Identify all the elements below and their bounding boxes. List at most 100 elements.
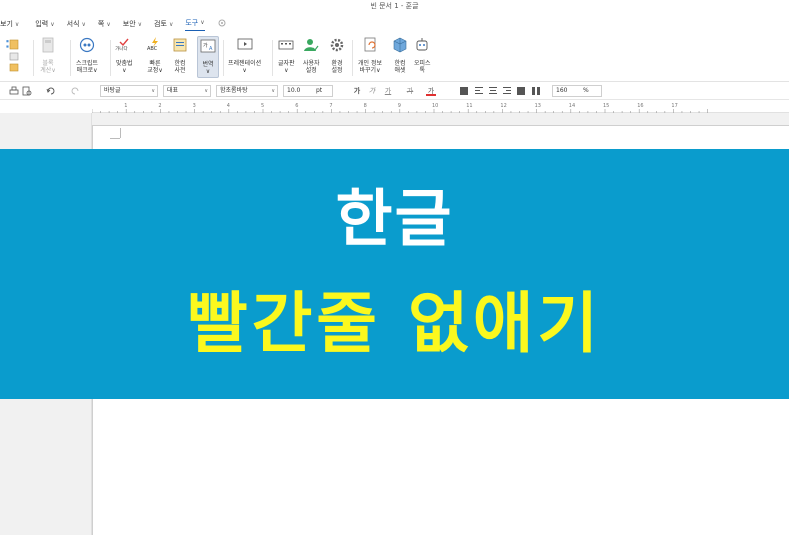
banner-subtitle: 빨간줄 없애기 [186,285,603,362]
banner-title: 한글 [335,182,454,255]
calculator-icon [42,37,54,53]
align-left-icon[interactable] [474,86,484,96]
menu-page[interactable]: 쪽 ∨ [98,19,111,29]
page-margin-marker [110,138,120,139]
strikethrough-button[interactable]: 가 [405,86,415,96]
ribbon: 블록 계산∨ 스크립트 매크로∨ 가나다 맞춤법 ∨ ABC 빠른 교정∨ 한컴… [0,34,789,82]
align-distribute-icon[interactable] [516,86,526,96]
ruler-number: 1 [124,103,127,109]
office-tok-label: 오피스 [414,60,431,67]
ruler-number: 2 [158,103,161,109]
script-macro-button[interactable]: 스크립트 매크로∨ [76,37,98,74]
personal-info-button[interactable]: 개인 정보 바꾸기∨ [358,37,382,74]
zoom-value: 160 [556,87,568,94]
bold-button[interactable]: 가 [352,86,362,96]
ruler-number: 13 [535,103,541,109]
translate-label-2: ∨ [205,68,211,75]
hancom-asset-button[interactable]: 한컴 애셋 [392,37,408,74]
ruler-number: 11 [466,103,472,109]
preview-icon[interactable] [22,86,32,96]
personal-info-label-2: 바꾸기∨ [359,67,381,74]
ruler-number: 15 [603,103,609,109]
chevron-down-icon: ∨ [137,20,143,28]
ruler-number: 14 [569,103,575,109]
page-margin-marker [120,128,121,138]
font-box-label: 글자판 [278,60,295,67]
align-right-icon[interactable] [502,86,512,96]
chevron-down-icon: ∨ [81,20,86,28]
align-justify-icon[interactable] [459,86,469,96]
style-select[interactable]: 바탕글 ∨ [100,85,158,97]
robot-icon [416,38,428,51]
ruler-number: 5 [261,103,264,109]
representative-value: 대표 [167,87,179,94]
ruler-ticks: 1 2 3 4 5 6 7 8 9 10 11 12 13 14 15 16 17 [92,103,708,113]
ribbon-options-icon[interactable] [217,18,227,31]
ruler-number: 8 [364,103,367,109]
chevron-down-icon: ∨ [168,20,174,28]
translate-button[interactable]: 가A 번역 ∨ [197,36,219,78]
spell-glyph: 가나다 [115,47,128,52]
underline-button[interactable]: 가 [383,86,393,96]
spell-label: 맞춤법 [116,60,133,67]
font-color-button[interactable]: 가 [426,86,436,96]
print-icon[interactable] [9,86,19,96]
script-macro-icon [79,37,95,53]
redo-icon[interactable] [70,86,80,96]
menu-format[interactable]: 서식 ∨ [67,19,86,29]
font-box-button[interactable]: 글자판 ∨ [278,37,295,74]
menu-view-label: 보기 [0,20,13,28]
menu-insert[interactable]: 입력 ∨ [35,19,54,29]
chevron-down-icon: ∨ [151,88,155,94]
align-split-icon[interactable] [531,86,541,96]
block-calc-label-2: 계산∨ [40,67,56,74]
zoom-input[interactable]: 160 % [552,85,602,97]
italic-button[interactable]: 가 [367,86,377,96]
presentation-label: 프레젠테이션 [228,60,262,67]
chevron-down-icon: ∨ [14,20,20,28]
undo-icon[interactable] [46,86,56,96]
edit-dict-label-2: 사전 [174,67,186,74]
font-select[interactable]: 함초롬바탕 ∨ [216,85,278,97]
spell-check-button[interactable]: 가나다 맞춤법 ∨ [115,37,133,74]
representative-select[interactable]: 대표 ∨ [163,85,211,97]
horizontal-ruler[interactable]: 1 2 3 4 5 6 7 8 9 10 11 12 13 14 15 16 17 [92,101,789,113]
clipboard-tools[interactable] [8,38,20,74]
presentation-button[interactable]: 프레젠테이션 ∨ [228,37,261,74]
menu-review-label: 검토 [154,20,167,28]
hancom-asset-label-2: 애셋 [394,67,406,74]
asset-cube-icon [393,37,407,53]
edit-dictionary-button[interactable]: 한컴 사전 [172,37,188,74]
menu-tools-label: 도구 [185,18,199,27]
user-settings-icon [304,39,319,51]
user-settings-button[interactable]: 사용자 설정 [303,37,320,74]
svg-text:가: 가 [203,42,208,49]
align-center-icon[interactable] [488,86,498,96]
window-title: 빈 문서 1 - 훈글 [0,0,789,14]
ruler-number: 6 [295,103,298,109]
menu-security[interactable]: 보안 ∨ [123,19,142,29]
menu-view[interactable]: 보기 ∨ [0,19,19,29]
hancom-asset-label: 한컴 [394,60,406,67]
font-size-input[interactable]: 10.0 pt [283,85,333,97]
ruler-number: 12 [500,103,506,109]
gear-icon [330,38,344,52]
menu-insert-label: 입력 [35,20,49,28]
menu-bar: 보기 ∨ 입력 ∨ 서식 ∨ 쪽 ∨ 보안 ∨ 검토 ∨ 도구 ∨ [0,14,789,34]
env-settings-button[interactable]: 환경 설정 [329,37,345,74]
clipboard-icon [9,39,19,72]
menu-format-label: 서식 [66,20,80,28]
menu-security-label: 보안 [122,20,136,28]
block-calc-button[interactable]: 블록 계산∨ [40,37,56,74]
menu-tools[interactable]: 도구 ∨ [185,18,205,31]
style-value: 바탕글 [104,87,121,94]
office-tok-button[interactable]: 오피스 톡 [414,37,431,74]
quick-fix-button[interactable]: ABC 빠른 교정∨ [147,37,163,74]
menu-review[interactable]: 검토 ∨ [154,19,173,29]
translate-icon: 가A [200,39,216,53]
quick-fix-label: 빠른 [149,60,161,67]
ruler-number: 17 [671,103,677,109]
svg-text:A: A [209,46,213,52]
quick-fix-glyph: ABC [147,46,158,52]
spell-label-2: ∨ [122,67,127,74]
